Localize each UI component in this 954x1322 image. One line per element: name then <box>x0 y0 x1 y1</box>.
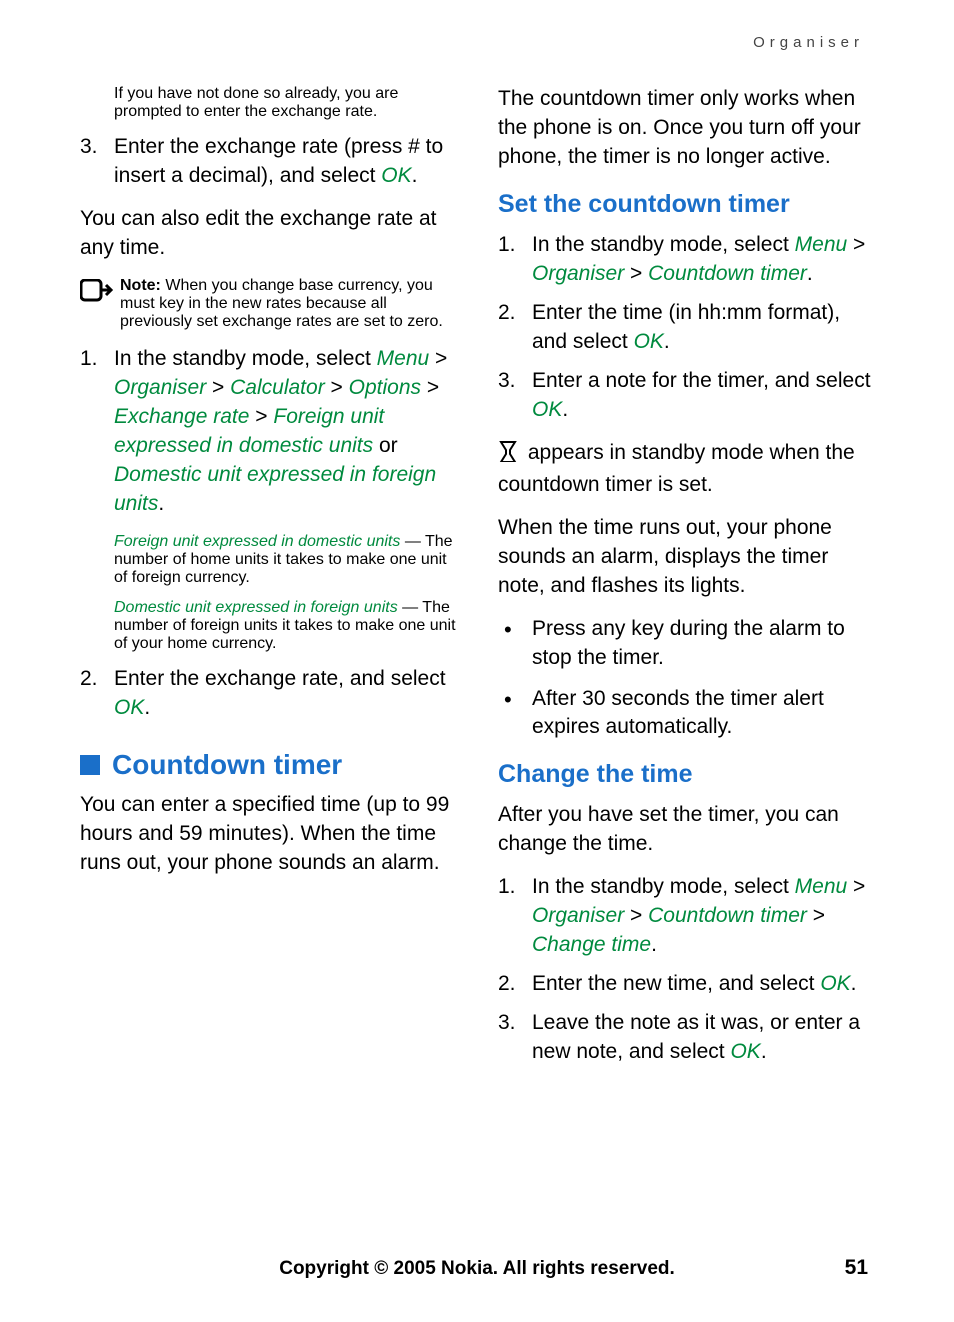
timer-indicator-icon <box>498 440 518 471</box>
body-text: You can also edit the exchange rate at a… <box>80 205 456 263</box>
ui-path-item: OK <box>820 972 850 995</box>
list-marker: 3. <box>498 1009 516 1038</box>
ui-path-item: OK <box>634 330 664 353</box>
list-marker: 3. <box>80 133 98 162</box>
list-marker: 2. <box>498 970 516 999</box>
body-text: You can enter a specified time (up to 99… <box>80 791 456 878</box>
running-header: Organiser <box>80 34 864 51</box>
path-sep: > <box>421 376 439 399</box>
list-item: 2. Enter the new time, and select OK. <box>498 970 874 999</box>
path-sep: > <box>807 904 825 927</box>
body-text: When you change base currency, you must … <box>120 277 443 330</box>
list-marker: 2. <box>498 299 516 328</box>
body-text: In the standby mode, select <box>114 347 377 370</box>
list-marker: 2. <box>80 665 98 694</box>
list-marker: 1. <box>80 345 98 374</box>
body-text: . <box>412 164 418 187</box>
body-text: Enter the time (in hh:mm format), and se… <box>532 301 840 353</box>
list-item: 1. In the standby mode, select Menu > Or… <box>80 345 456 519</box>
body-text: or <box>373 434 398 457</box>
ui-path-item: Change time <box>532 933 651 956</box>
body-text: The countdown timer only works when the … <box>498 85 874 172</box>
list-item: 1. In the standby mode, select Menu > Or… <box>498 231 874 289</box>
body-text: . <box>807 262 813 285</box>
list-item: 3. Enter a note for the timer, and selec… <box>498 367 874 425</box>
ui-path-item: OK <box>730 1040 760 1063</box>
body-text: . <box>851 972 857 995</box>
path-sep: > <box>624 904 648 927</box>
list-item: Press any key during the alarm to stop t… <box>498 615 874 673</box>
list-item: 2. Enter the time (in hh:mm format), and… <box>498 299 874 357</box>
note-icon <box>80 279 120 312</box>
path-sep: > <box>847 233 865 256</box>
section-bullet-icon <box>80 755 100 775</box>
ui-path-item: Menu <box>795 875 848 898</box>
body-text: . <box>144 696 150 719</box>
path-sep: > <box>429 347 447 370</box>
body-text: After you have set the timer, you can ch… <box>498 801 874 859</box>
body-text: Leave the note as it was, or enter a new… <box>532 1011 860 1063</box>
ui-path-item: Options <box>349 376 421 399</box>
path-sep: > <box>325 376 349 399</box>
ui-path-item: OK <box>114 696 144 719</box>
body-text: In the standby mode, select <box>532 875 795 898</box>
body-text: Domestic unit expressed in foreign units… <box>80 599 456 653</box>
body-text: Enter the new time, and select <box>532 972 820 995</box>
subsection-heading: Set the countdown timer <box>498 190 874 219</box>
path-sep: > <box>847 875 865 898</box>
subsection-heading: Change the time <box>498 760 874 789</box>
list-item: 2. Enter the exchange rate, and select O… <box>80 665 456 723</box>
body-text: appears in standby mode when the countdo… <box>498 439 874 500</box>
footer-copyright: Copyright © 2005 Nokia. All rights reser… <box>0 1258 954 1280</box>
ui-path-item: Organiser <box>532 262 624 285</box>
body-text: When the time runs out, your phone sound… <box>498 514 874 601</box>
body-text: . <box>664 330 670 353</box>
term: Domestic unit expressed in foreign units <box>114 599 398 616</box>
list-item: 3. Leave the note as it was, or enter a … <box>498 1009 874 1067</box>
body-text: . <box>761 1040 767 1063</box>
body-text: . <box>562 398 568 421</box>
path-sep: > <box>624 262 648 285</box>
note-label: Note: <box>120 277 161 294</box>
ui-path-item: Menu <box>795 233 848 256</box>
ui-path-item: OK <box>381 164 411 187</box>
body-text: . <box>651 933 657 956</box>
list-item: After 30 seconds the timer alert expires… <box>498 685 874 743</box>
ui-path-item: OK <box>532 398 562 421</box>
path-sep: > <box>206 376 230 399</box>
list-item: 1. In the standby mode, select Menu > Or… <box>498 873 874 960</box>
list-item: 3. Enter the exchange rate (press # to i… <box>80 133 456 191</box>
body-text: Enter a note for the timer, and select <box>532 369 871 392</box>
ui-path-item: Countdown timer <box>648 262 807 285</box>
page-number: 51 <box>845 1256 868 1280</box>
ui-path-item: Calculator <box>230 376 325 399</box>
section-heading: Countdown timer <box>112 749 342 781</box>
path-sep: > <box>249 405 273 428</box>
body-text: appears in standby mode when the countdo… <box>498 441 855 496</box>
body-text: . <box>158 492 164 515</box>
term: Foreign unit expressed in domestic units <box>114 533 400 550</box>
note-text: Note: When you change base currency, you… <box>120 277 456 331</box>
ui-path-item: Organiser <box>114 376 206 399</box>
body-text: Enter the exchange rate, and select <box>114 667 446 690</box>
ui-path-item: Menu <box>377 347 430 370</box>
ui-path-item: Countdown timer <box>648 904 807 927</box>
ui-path-item: Organiser <box>532 904 624 927</box>
body-text: If you have not done so already, you are… <box>80 85 456 121</box>
ui-path-item: Exchange rate <box>114 405 249 428</box>
list-marker: 3. <box>498 367 516 396</box>
body-text: In the standby mode, select <box>532 233 795 256</box>
list-marker: 1. <box>498 231 516 260</box>
list-marker: 1. <box>498 873 516 902</box>
body-text: Foreign unit expressed in domestic units… <box>80 533 456 587</box>
